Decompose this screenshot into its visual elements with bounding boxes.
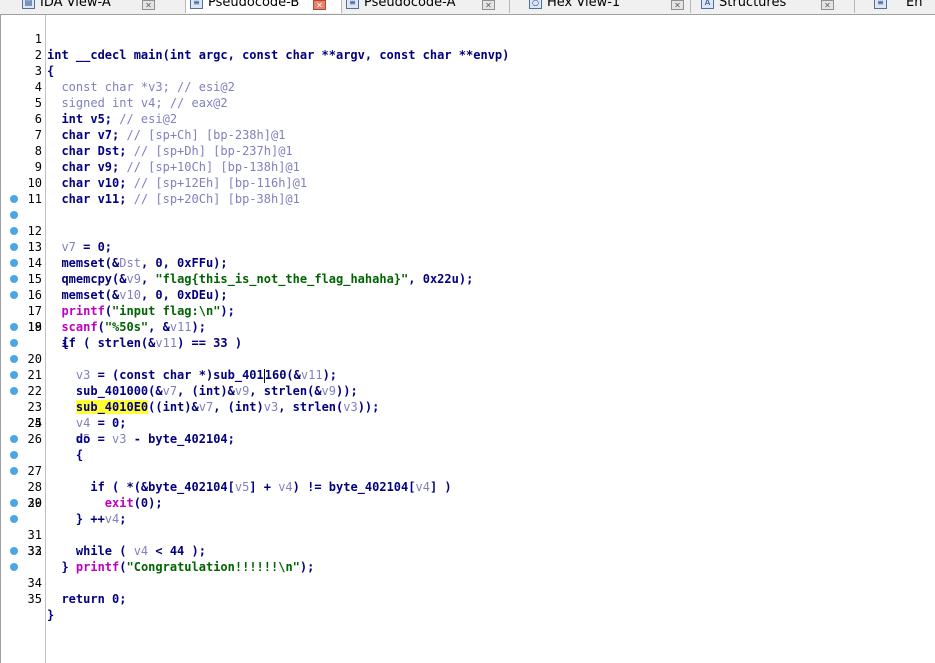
code-line[interactable]: 6 char v7; // [sp+Ch] [bp-238h]@1 <box>0 95 935 142</box>
close-icon[interactable]: ✕ <box>671 0 684 10</box>
enums-icon: ≡ <box>874 0 887 9</box>
code-line[interactable]: 34 return 0; <box>0 543 935 606</box>
code-line[interactable]: 12 v7 = 0; <box>0 191 935 254</box>
code-line[interactable]: 10 char v11; // [sp+20Ch] [bp-38h]@1 <box>0 159 935 206</box>
close-icon[interactable]: ✕ <box>821 0 834 10</box>
tab-pseudocode-b[interactable]: ≡ Pseudocode-B ✕ <box>186 0 342 13</box>
code-line[interactable]: 14 qmemcpy(&v9, "flag{this_is_not_the_fl… <box>0 223 935 286</box>
code-line[interactable]: 5 int v5; // esi@2 <box>0 79 935 126</box>
tab-pseudocode-a[interactable]: ≡ Pseudocode-A ✕ <box>342 0 510 13</box>
code-line[interactable]: 25 do <box>0 399 935 446</box>
code-line[interactable]: 35 } <box>0 559 935 622</box>
code-text: return 0; <box>47 592 127 606</box>
breakpoint-dot-icon[interactable] <box>10 547 18 555</box>
code-line[interactable]: 1 int __cdecl main(int argc, const char … <box>0 15 935 62</box>
line-number: 35 <box>27 592 42 606</box>
breakpoint-dot-icon[interactable] <box>10 499 18 507</box>
code-line[interactable]: 27 if ( *(&byte_402104[v5] + v4) != byte… <box>0 431 935 494</box>
tab-hex-view-1[interactable]: ○ Hex View-1 ✕ <box>525 0 691 13</box>
code-line[interactable]: 13 memset(&Dst, 0, 0xFFu); <box>0 207 935 270</box>
ida-view-icon: ▤ <box>22 0 35 9</box>
pseudocode-icon: ≡ <box>190 0 203 9</box>
breakpoint-dot-icon[interactable] <box>10 387 18 395</box>
breakpoint-dot-icon[interactable] <box>10 515 18 523</box>
breakpoint-dot-icon[interactable] <box>10 227 18 235</box>
window-frame-edge <box>0 15 1 663</box>
code-line[interactable]: 24 v5 = v3 - byte_402104; <box>0 383 935 446</box>
tab-structures[interactable]: A Structures ✕ <box>697 0 855 13</box>
code-line[interactable]: 19 { <box>0 303 935 350</box>
code-line[interactable]: 20 v3 = (const char *)sub_401160(&v11); <box>0 319 935 383</box>
code-line[interactable]: 9 char v10; // [sp+12Eh] [bp-116h]@1 <box>0 143 935 190</box>
code-line[interactable]: 28 exit(0); <box>0 447 935 510</box>
breakpoint-dot-icon[interactable] <box>10 211 18 219</box>
breakpoint-dot-icon[interactable] <box>10 323 18 331</box>
breakpoint-dot-icon[interactable] <box>10 291 18 299</box>
code-line[interactable]: 16 printf("input flag:\n"); <box>0 255 935 318</box>
tab-enums[interactable]: ≡ En <box>870 0 935 13</box>
breakpoint-dot-icon[interactable] <box>10 259 18 267</box>
code-line[interactable]: 23 v4 = 0; <box>0 367 935 430</box>
close-icon[interactable]: ✕ <box>482 0 495 10</box>
code-text: } <box>47 608 55 622</box>
breakpoint-dot-icon[interactable] <box>10 339 18 347</box>
code-line[interactable]: 17 scanf("%50s", &v11); <box>0 271 935 334</box>
code-line[interactable]: 22 sub_4010E0((int)&v7, (int)v3, strlen(… <box>0 351 935 414</box>
breakpoint-dot-icon[interactable] <box>10 371 18 379</box>
code-line[interactable]: 8 char v9; // [sp+10Ch] [bp-138h]@1 <box>0 127 935 174</box>
code-line[interactable]: 11 <box>0 175 935 206</box>
ida-window: ▤ IDA View-A ✕ ≡ Pseudocode-B ✕ ≡ Pseudocod… <box>0 0 935 663</box>
breakpoint-dot-icon[interactable] <box>10 451 18 459</box>
pseudocode-view[interactable]: 1 int __cdecl main(int argc, const char … <box>0 15 935 663</box>
breakpoint-dot-icon[interactable] <box>10 355 18 363</box>
code-line[interactable]: 4 signed int v4; // eax@2 <box>0 63 935 110</box>
pseudocode-icon: ≡ <box>346 0 359 9</box>
code-line[interactable]: 2 { <box>0 31 935 78</box>
tab-ida-view-a[interactable]: ▤ IDA View-A ✕ <box>18 0 186 13</box>
breakpoint-dot-icon[interactable] <box>10 243 18 251</box>
breakpoint-dot-icon[interactable] <box>10 563 18 571</box>
code-line[interactable]: 21 sub_401000(&v7, (int)&v9, strlen(&v9)… <box>0 335 935 398</box>
structures-icon: A <box>701 0 714 9</box>
hex-view-icon: ○ <box>529 0 542 9</box>
tab-bar: ▤ IDA View-A ✕ ≡ Pseudocode-B ✕ ≡ Pseudocod… <box>0 0 935 15</box>
code-line[interactable]: 33 } <box>0 527 935 574</box>
breakpoint-dot-icon[interactable] <box>10 195 18 203</box>
breakpoint-dot-icon[interactable] <box>10 275 18 283</box>
code-line[interactable]: 30 } <box>0 479 935 526</box>
close-icon[interactable]: ✕ <box>142 0 155 10</box>
code-line[interactable]: 29 ++v4; <box>0 463 935 526</box>
code-line[interactable]: 26 { <box>0 415 935 462</box>
code-line[interactable]: 31 while ( v4 < 44 ); <box>0 495 935 558</box>
code-line[interactable]: 18 if ( strlen(&v11) == 33 ) <box>0 287 935 350</box>
code-line[interactable]: 15 memset(&v10, 0, 0xDEu); <box>0 239 935 302</box>
close-icon[interactable]: ✕ <box>313 0 326 10</box>
code-line[interactable]: 7 char Dst; // [sp+Dh] [bp-237h]@1 <box>0 111 935 158</box>
breakpoint-dot-icon[interactable] <box>10 435 18 443</box>
code-line[interactable]: 32 printf("Congratulation!!!!!!\n"); <box>0 511 935 574</box>
code-line[interactable]: 3 const char *v3; // esi@2 <box>0 47 935 94</box>
breakpoint-dot-icon[interactable] <box>10 467 18 475</box>
